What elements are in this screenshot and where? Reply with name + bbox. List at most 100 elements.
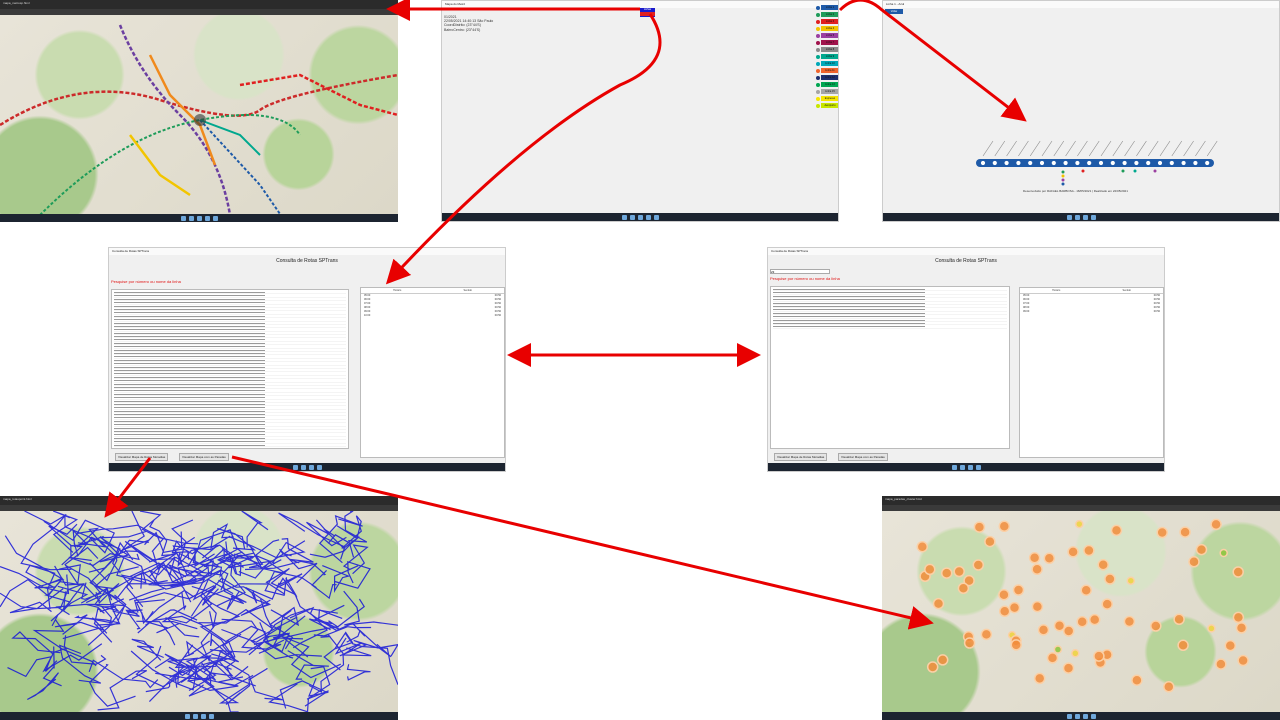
station-marker[interactable] — [1074, 160, 1081, 166]
search-icon[interactable] — [959, 464, 965, 470]
browser-tab-bar[interactable]: mapa_metrosp.html — [0, 0, 398, 9]
lines-button[interactable]: Linhas — [640, 8, 655, 17]
search-icon[interactable] — [300, 464, 306, 470]
stop-cluster-marker[interactable] — [963, 637, 976, 649]
stop-cluster-marker[interactable] — [953, 565, 965, 578]
table-row[interactable]: 10:00 00:50 — [361, 314, 504, 318]
stop-cluster-marker[interactable] — [1163, 681, 1175, 693]
routes-listbox[interactable] — [111, 289, 349, 449]
legend-label[interactable]: Linha 4 — [821, 26, 838, 31]
search-icon[interactable] — [192, 713, 198, 719]
view-routes-map-button[interactable]: Visualizar Mapa de Rotas Moradias — [774, 453, 828, 461]
browser-tab-title[interactable]: mapa_rotaspoint.html — [3, 497, 32, 501]
stop-cluster-marker[interactable] — [940, 567, 953, 579]
browser-tab-title[interactable]: mapa_paradas_cluster.html — [885, 497, 922, 501]
browser-tab-bar[interactable]: mapa_rotaspoint.html — [0, 496, 398, 505]
stop-cluster-marker[interactable] — [984, 535, 996, 548]
stop-cluster-marker[interactable] — [1219, 548, 1228, 558]
stop-cluster-marker[interactable] — [1207, 624, 1216, 633]
stop-cluster-marker[interactable] — [957, 582, 970, 595]
folder-icon[interactable] — [967, 464, 973, 470]
start-icon[interactable] — [621, 214, 627, 220]
station-marker[interactable] — [1169, 160, 1175, 166]
stop-cluster-marker[interactable] — [1232, 611, 1245, 624]
routes-map[interactable] — [0, 510, 398, 713]
stop-cluster-marker[interactable] — [1237, 654, 1249, 667]
stop-cluster-marker[interactable] — [1008, 601, 1021, 614]
stop-cluster-marker[interactable] — [924, 563, 936, 576]
folder-icon[interactable] — [196, 215, 202, 221]
stop-cluster-marker[interactable] — [1028, 552, 1041, 564]
browser-icon[interactable] — [316, 464, 322, 470]
stop-cluster-marker[interactable] — [1075, 519, 1084, 529]
list-item[interactable] — [773, 325, 1007, 329]
search-input[interactable] — [770, 269, 830, 274]
stop-cluster-marker[interactable] — [1101, 598, 1113, 610]
browser-icon[interactable] — [1090, 214, 1096, 220]
station-marker[interactable] — [1015, 160, 1022, 166]
stop-cluster-marker[interactable] — [1104, 573, 1116, 585]
search-icon[interactable] — [629, 214, 635, 220]
station-marker[interactable] — [992, 160, 998, 166]
legend-label[interactable]: Linha 9 — [821, 54, 838, 59]
folder-icon[interactable] — [200, 713, 206, 719]
stop-cluster-marker[interactable] — [980, 628, 993, 641]
stops-map[interactable] — [882, 511, 1280, 712]
station-marker[interactable] — [1157, 160, 1163, 166]
stop-cluster-marker[interactable] — [1053, 619, 1066, 632]
stop-cluster-marker[interactable] — [1067, 546, 1079, 558]
legend-label[interactable]: Linha 15 — [821, 89, 838, 94]
stop-cluster-marker[interactable] — [1071, 649, 1080, 658]
stop-cluster-marker[interactable] — [1076, 615, 1088, 628]
stop-cluster-marker[interactable] — [1043, 552, 1056, 565]
legend-label[interactable]: Linha 3 — [821, 19, 838, 24]
browser-tab-title[interactable]: mapa_metrosp.html — [3, 1, 30, 5]
station-marker[interactable] — [1204, 160, 1210, 166]
stop-cluster-marker[interactable] — [998, 588, 1010, 601]
folder-icon[interactable] — [1082, 214, 1088, 220]
station-marker[interactable] — [1051, 160, 1057, 166]
station-marker[interactable] — [1133, 160, 1140, 166]
legend-label[interactable]: Linha 10 — [821, 61, 838, 66]
stop-cluster-marker[interactable] — [1131, 674, 1143, 686]
stop-cluster-marker[interactable] — [1012, 584, 1025, 596]
app-icon[interactable] — [212, 215, 218, 221]
stop-cluster-marker[interactable] — [1031, 563, 1043, 576]
station-marker[interactable] — [1039, 160, 1045, 166]
stop-cluster-marker[interactable] — [936, 654, 949, 666]
browser-tab-bar[interactable]: mapa_paradas_cluster.html — [882, 496, 1280, 505]
stop-cluster-marker[interactable] — [1156, 526, 1168, 539]
legend-label[interactable]: Linha 13 — [821, 82, 838, 87]
stop-cluster-marker[interactable] — [1232, 566, 1244, 578]
search-icon[interactable] — [188, 215, 194, 221]
browser-icon[interactable] — [204, 215, 210, 221]
stop-cluster-marker[interactable] — [1053, 645, 1063, 654]
stop-cluster-marker[interactable] — [1031, 600, 1044, 613]
stop-cluster-marker[interactable] — [1235, 622, 1248, 634]
table-row[interactable]: 09:00 00:50 — [1020, 310, 1163, 314]
stop-cluster-marker[interactable] — [1080, 584, 1092, 596]
folder-icon[interactable] — [308, 464, 314, 470]
stop-cluster-marker[interactable] — [916, 540, 929, 553]
stop-cluster-marker[interactable] — [1062, 625, 1075, 637]
stop-cluster-marker[interactable] — [1010, 639, 1022, 651]
stop-cluster-marker[interactable] — [998, 520, 1011, 533]
legend-label[interactable]: Linha 7 — [821, 40, 838, 45]
stop-cluster-marker[interactable] — [1083, 544, 1095, 557]
station-marker[interactable] — [1121, 160, 1128, 166]
legend-label[interactable]: Linha 1 — [821, 5, 838, 10]
stop-cluster-marker[interactable] — [1033, 672, 1046, 685]
start-icon[interactable] — [951, 464, 957, 470]
search-icon[interactable] — [1074, 214, 1080, 220]
stop-cluster-marker[interactable] — [1062, 662, 1075, 674]
station-marker[interactable] — [1062, 160, 1069, 166]
station-marker[interactable] — [1027, 160, 1033, 166]
stop-cluster-marker[interactable] — [973, 521, 986, 533]
legend-label[interactable]: Linha 11 — [821, 68, 838, 73]
station-marker[interactable] — [1086, 160, 1092, 166]
stop-cluster-marker[interactable] — [1173, 613, 1185, 626]
folder-icon[interactable] — [637, 214, 643, 220]
station-marker[interactable] — [1098, 160, 1104, 166]
stop-cluster-marker[interactable] — [1215, 658, 1227, 670]
start-icon[interactable] — [184, 713, 190, 719]
